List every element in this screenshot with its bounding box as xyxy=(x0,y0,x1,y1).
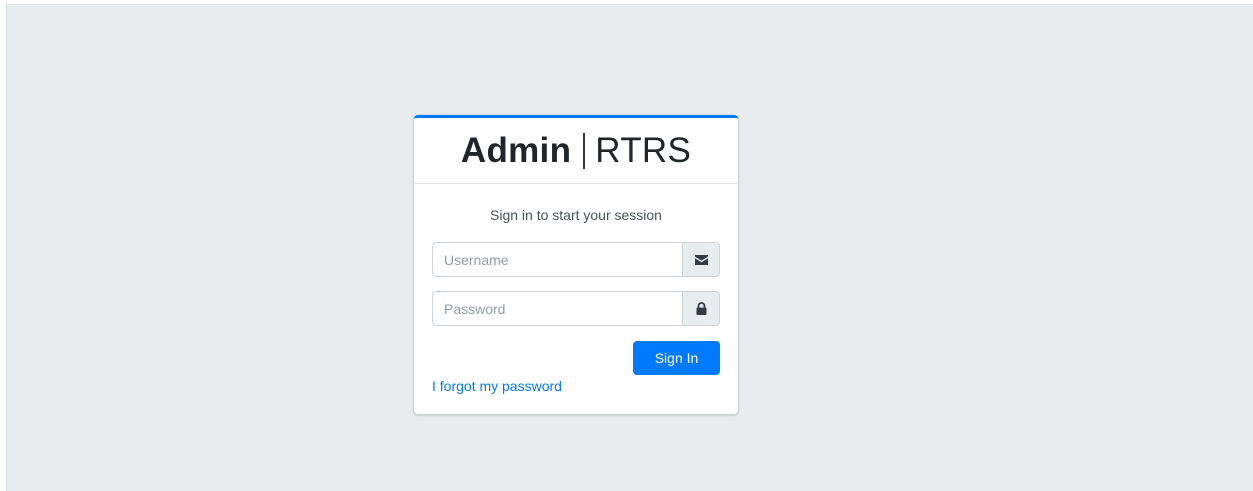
envelope-icon xyxy=(694,254,708,265)
password-group xyxy=(432,291,720,326)
password-input[interactable] xyxy=(432,291,682,326)
login-logo: Admin RTRS xyxy=(414,118,738,184)
login-message: Sign in to start your session xyxy=(490,207,662,223)
password-addon xyxy=(682,291,720,326)
username-input[interactable] xyxy=(432,242,682,277)
lock-icon xyxy=(696,302,706,315)
brand-name-light: RTRS xyxy=(595,130,692,170)
username-addon xyxy=(682,242,720,277)
brand-name-bold: Admin xyxy=(460,130,572,170)
forgot-password-link[interactable]: I forgot my password xyxy=(432,378,562,394)
sign-in-button[interactable]: Sign In xyxy=(633,341,720,375)
brand-divider xyxy=(583,132,586,169)
login-form: Sign in to start your session Username S… xyxy=(414,207,738,396)
login-page: Admin RTRS Sign in to start your session xyxy=(6,4,1253,491)
form-actions: Sign In xyxy=(432,341,720,375)
username-group xyxy=(432,242,720,277)
login-card: Admin RTRS Sign in to start your session xyxy=(414,115,738,414)
